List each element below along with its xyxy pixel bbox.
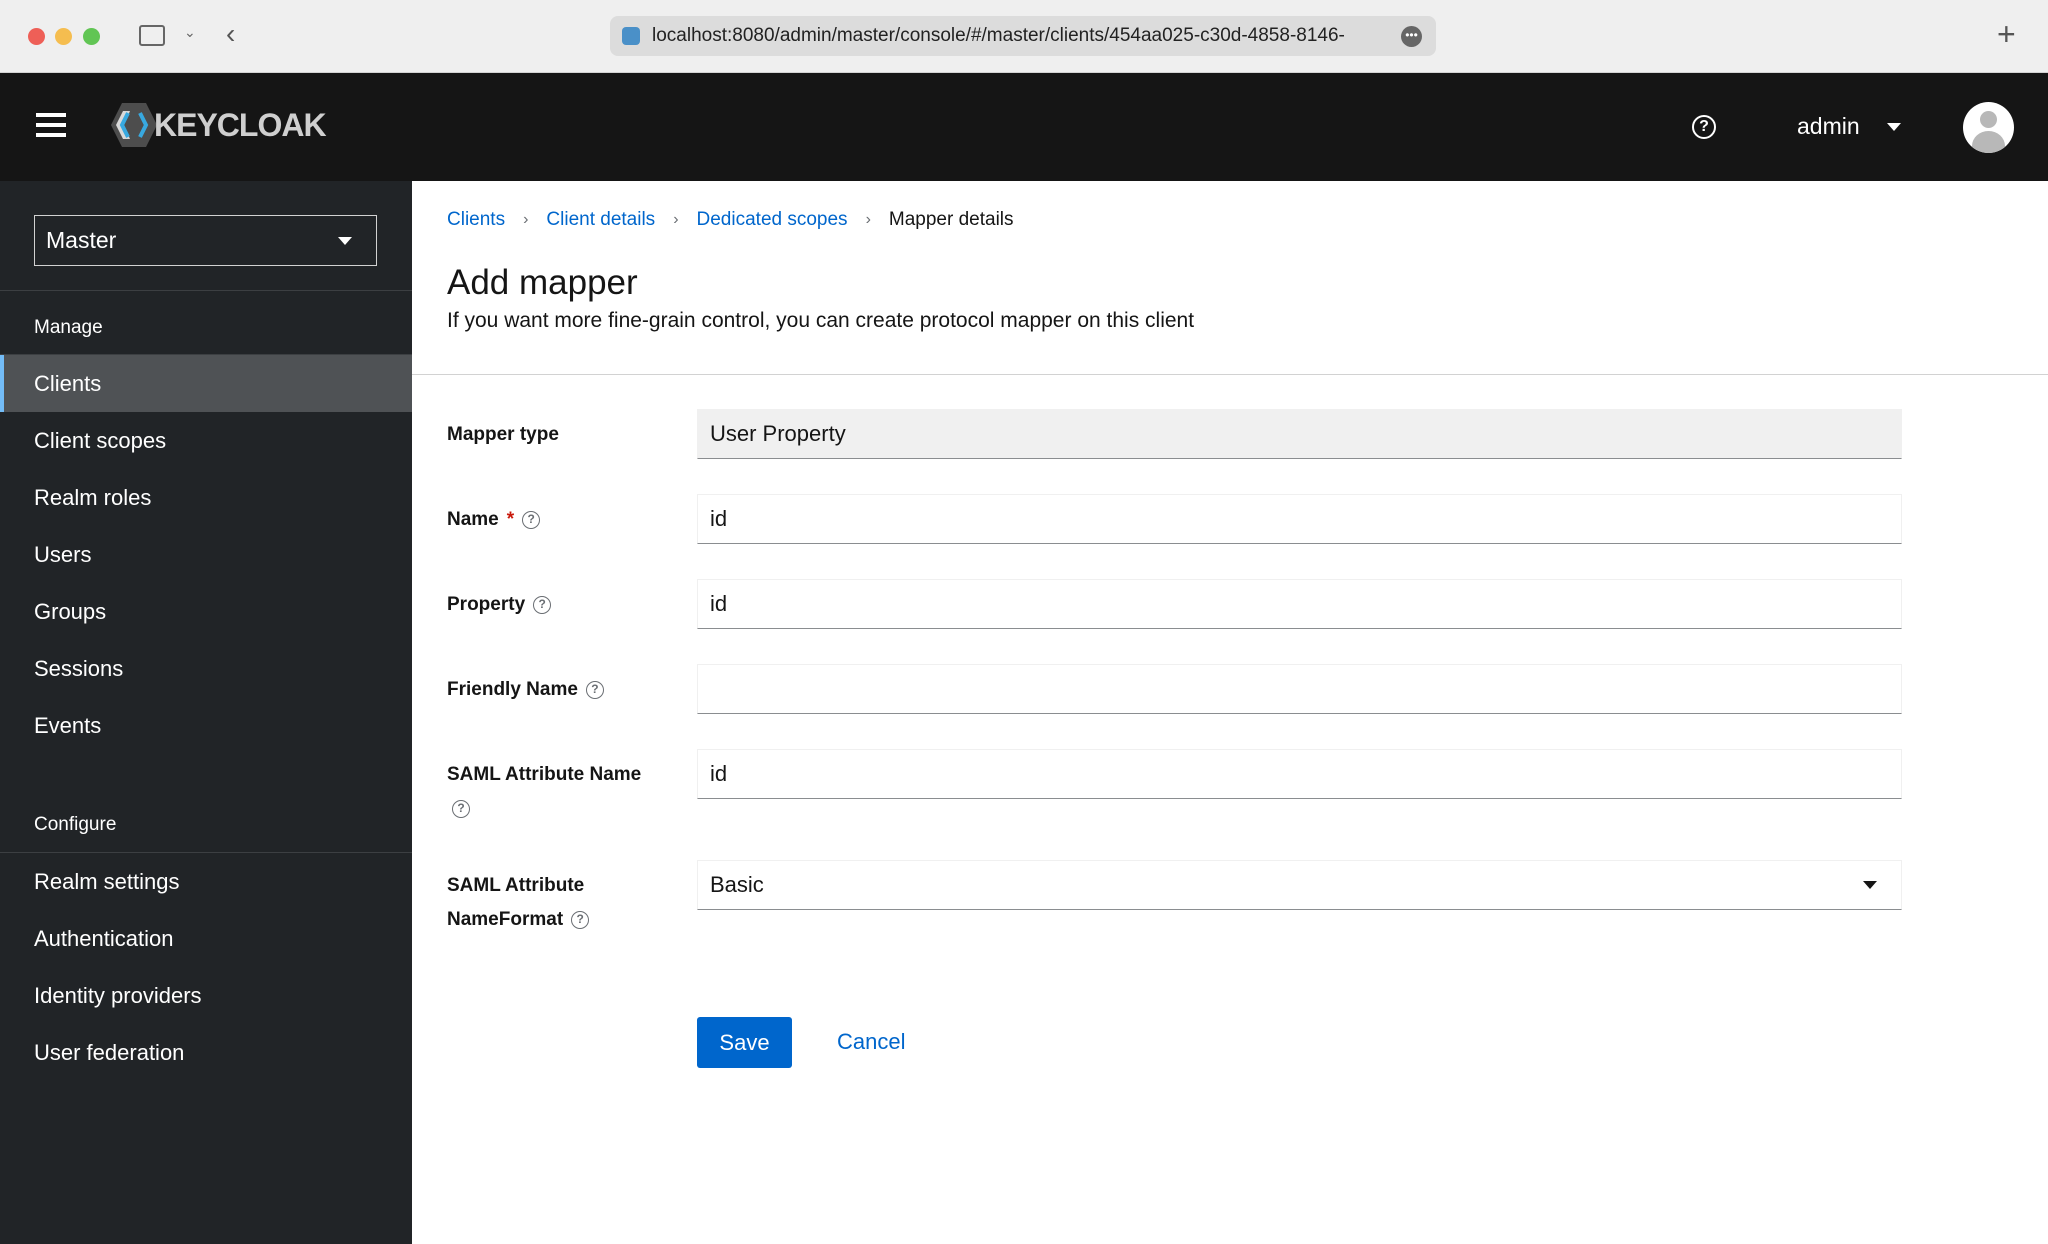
hamburger-menu-icon[interactable] [36, 113, 66, 137]
saml-nameformat-label: SAML Attribute NameFormat? [447, 869, 590, 937]
property-label: Property? [447, 588, 552, 622]
chevron-down-icon[interactable]: ⌄ [184, 24, 196, 41]
sidebar-item-authentication[interactable]: Authentication [0, 910, 412, 967]
breadcrumb: Clients › Client details › Dedicated scope… [447, 209, 1014, 231]
property-input[interactable]: id [697, 579, 1902, 629]
mapper-type-label: Mapper type [447, 424, 559, 445]
minimize-window-button[interactable] [55, 28, 72, 45]
page-subtitle: If you want more fine-grain control, you… [447, 309, 1195, 332]
mapper-type-field: User Property [697, 409, 1902, 459]
sidebar-item-user-federation[interactable]: User federation [0, 1024, 412, 1081]
help-icon[interactable]: ? [585, 680, 604, 699]
sidebar-item-realm-settings[interactable]: Realm settings [0, 853, 412, 910]
breadcrumb-dedicated-scopes[interactable]: Dedicated scopes [697, 209, 848, 231]
caret-down-icon [1863, 881, 1877, 889]
sidebar-item-clients[interactable]: Clients [0, 355, 412, 412]
saml-attribute-name-label: SAML Attribute Name? [447, 758, 641, 826]
divider [0, 290, 412, 291]
new-tab-icon[interactable]: + [1997, 16, 2016, 53]
keycloak-logo[interactable]: KEYCLOAK [110, 101, 327, 149]
sidebar-item-groups[interactable]: Groups [0, 583, 412, 640]
browser-toolbar: ⌄ ‹ localhost:8080/admin/master/console/… [0, 0, 2048, 73]
configure-heading: Configure [34, 814, 117, 835]
help-icon[interactable]: ? [533, 595, 552, 614]
avatar[interactable] [1963, 102, 2014, 153]
manage-heading: Manage [34, 317, 103, 338]
favicon-icon [622, 27, 640, 45]
caret-down-icon[interactable] [1887, 123, 1901, 131]
back-icon[interactable]: ‹ [226, 18, 235, 50]
breadcrumb-clients[interactable]: Clients [447, 209, 505, 231]
saml-nameformat-select[interactable]: Basic [697, 860, 1902, 910]
friendly-name-label: Friendly Name? [447, 673, 604, 707]
help-icon[interactable]: ? [452, 799, 470, 818]
user-menu-toggle[interactable]: admin [1797, 113, 1860, 140]
sidebar-toggle-icon[interactable] [139, 25, 165, 46]
chevron-right-icon: › [865, 211, 871, 228]
logo-hexagon-icon [111, 103, 157, 147]
name-label: Name *? [447, 503, 541, 537]
maximize-window-button[interactable] [83, 28, 100, 45]
name-input[interactable]: id [697, 494, 1902, 544]
sidebar-item-events[interactable]: Events [0, 697, 412, 754]
divider [412, 374, 2048, 375]
more-icon[interactable]: ••• [1401, 26, 1422, 47]
caret-down-icon [338, 237, 352, 245]
address-bar[interactable]: localhost:8080/admin/master/console/#/ma… [610, 16, 1436, 56]
sidebar-item-client-scopes[interactable]: Client scopes [0, 412, 412, 469]
saml-attribute-name-input[interactable]: id [697, 749, 1902, 799]
page-title: Add mapper [447, 263, 638, 302]
help-icon[interactable]: ? [1692, 115, 1716, 139]
chevron-right-icon: › [523, 211, 529, 228]
sidebar-item-identity-providers[interactable]: Identity providers [0, 967, 412, 1024]
url-text: localhost:8080/admin/master/console/#/ma… [652, 25, 1345, 46]
main-content: Clients › Client details › Dedicated scope… [412, 181, 2048, 1244]
realm-selector[interactable]: Master [34, 215, 377, 266]
friendly-name-input[interactable] [697, 664, 1902, 714]
sidebar-item-users[interactable]: Users [0, 526, 412, 583]
realm-name: Master [46, 227, 117, 253]
sidebar-item-sessions[interactable]: Sessions [0, 640, 412, 697]
close-window-button[interactable] [28, 28, 45, 45]
help-icon[interactable]: ? [571, 910, 590, 929]
sidebar-item-realm-roles[interactable]: Realm roles [0, 469, 412, 526]
logo-text: KEYCLOAK [154, 106, 327, 143]
help-icon[interactable]: ? [522, 510, 541, 529]
masthead: KEYCLOAK ? admin [0, 73, 2048, 181]
breadcrumb-current: Mapper details [888, 209, 1014, 230]
cancel-button[interactable]: Cancel [837, 1029, 905, 1055]
selected-value: Basic [710, 872, 764, 897]
save-button[interactable]: Save [697, 1017, 792, 1068]
sidebar: Master Manage Clients Client scopes Real… [0, 181, 412, 1244]
required-indicator: * [506, 509, 515, 530]
breadcrumb-client-details[interactable]: Client details [546, 209, 655, 231]
chevron-right-icon: › [673, 211, 679, 228]
